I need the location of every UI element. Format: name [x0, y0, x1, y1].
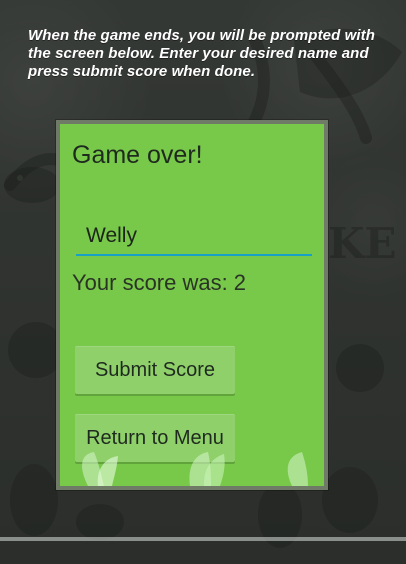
blackberry-right-icon [336, 344, 384, 392]
name-input[interactable] [76, 220, 312, 256]
score-text: Your score was: 2 [72, 270, 246, 296]
score-label: Your score was: [72, 270, 228, 295]
bottom-divider [0, 537, 406, 541]
snake-head-icon [4, 167, 60, 203]
game-over-dialog: Game over! Your score was: 2 Submit Scor… [56, 120, 328, 490]
pineapple-icon [10, 464, 58, 536]
instruction-text: When the game ends, you will be prompted… [28, 27, 376, 80]
return-to-menu-button[interactable]: Return to Menu [75, 414, 235, 462]
dialog-title: Game over! [72, 141, 203, 169]
submit-score-button[interactable]: Submit Score [75, 346, 235, 394]
score-value: 2 [233, 270, 246, 295]
lemon-icon [76, 504, 124, 540]
grass-right-icon [287, 452, 308, 486]
snake-eye-icon [17, 175, 23, 181]
lemon-right-icon [322, 467, 378, 533]
background-logo-fragment: KE [328, 219, 397, 268]
